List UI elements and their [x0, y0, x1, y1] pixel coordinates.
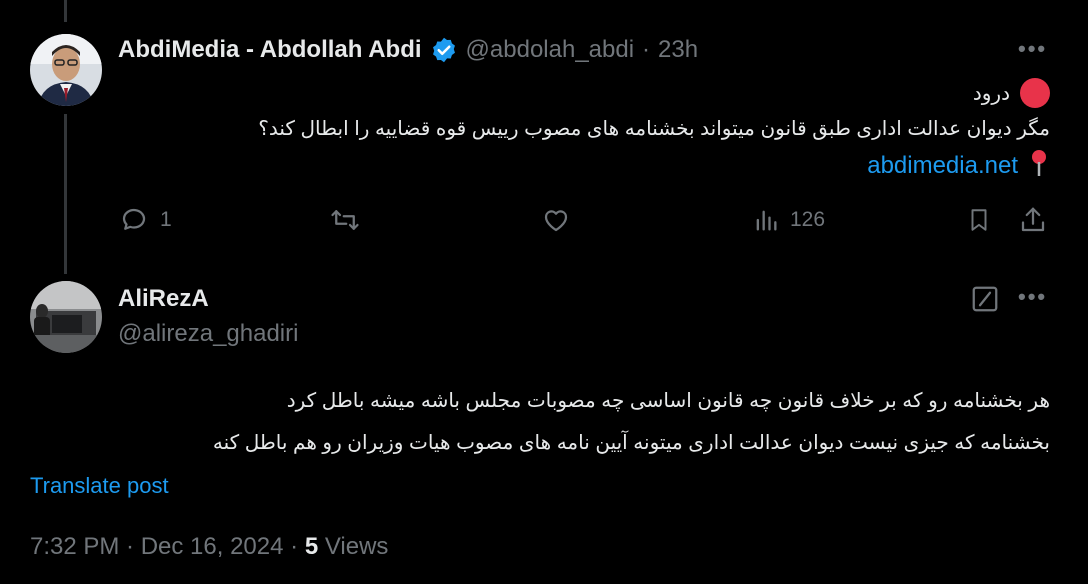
- reply-text-line-2: بخشنامه که جیزی نیست دیوان عدالت اداری م…: [212, 432, 1050, 454]
- bookmark-icon: [966, 205, 992, 235]
- reply-timestamp[interactable]: 7:32 PM · Dec 16, 2024 ·: [30, 533, 305, 560]
- tweet-link-row: abdimedia.net: [867, 148, 1050, 183]
- reply-views-count: 5: [304, 533, 319, 560]
- more-icon[interactable]: •••: [1018, 36, 1047, 62]
- views-icon: [752, 205, 780, 235]
- views-action[interactable]: 126: [752, 205, 825, 235]
- tweet-time[interactable]: 23h: [658, 36, 698, 64]
- retweet-action[interactable]: [328, 205, 362, 235]
- translate-post-link[interactable]: Translate post: [30, 473, 169, 499]
- thread-line-connector: [64, 114, 67, 274]
- share-icon: [1018, 205, 1048, 235]
- bookmark-action[interactable]: [966, 205, 992, 235]
- more-icon[interactable]: •••: [1018, 284, 1047, 310]
- tweet-text: مگر دیوان عدالت اداری طبق قانون میتواند …: [258, 118, 1050, 140]
- reply-handle[interactable]: @alireza_ghadiri: [118, 320, 298, 348]
- tweet-greeting: درود: [973, 78, 1050, 108]
- reply-display-name[interactable]: AliRezA: [118, 285, 209, 313]
- author-display-name[interactable]: AbdiMedia - Abdollah Abdi: [118, 36, 422, 64]
- reply-timestamp-row: 7:32 PM · Dec 16, 2024 · 5 Views: [30, 533, 388, 561]
- retweet-icon: [328, 205, 362, 235]
- pin-icon: [1028, 148, 1050, 183]
- verified-badge-icon: [430, 36, 458, 64]
- separator-dot: ·: [642, 36, 651, 63]
- reply-action[interactable]: 1: [118, 205, 172, 235]
- reply-icon: [118, 205, 150, 235]
- tweet-link[interactable]: abdimedia.net: [867, 152, 1018, 180]
- reply-views-label: Views: [318, 533, 389, 560]
- reply-text-line-1: هر بخشنامه رو که بر خلاف قانون چه قانون …: [286, 390, 1050, 412]
- edit-icon[interactable]: [970, 284, 1000, 319]
- red-circle-emoji-icon: [1020, 78, 1050, 108]
- thread-line-top: [64, 0, 67, 22]
- reply-count: 1: [160, 208, 172, 231]
- author-handle[interactable]: @abdolah_abdi: [466, 36, 635, 64]
- like-icon: [540, 205, 572, 235]
- tweet-header: AbdiMedia - Abdollah Abdi @abdolah_abdi …: [118, 36, 698, 64]
- share-action[interactable]: [1018, 205, 1048, 235]
- avatar[interactable]: [30, 281, 102, 353]
- views-count: 126: [790, 208, 826, 231]
- like-action[interactable]: [540, 205, 572, 235]
- avatar[interactable]: [30, 34, 102, 106]
